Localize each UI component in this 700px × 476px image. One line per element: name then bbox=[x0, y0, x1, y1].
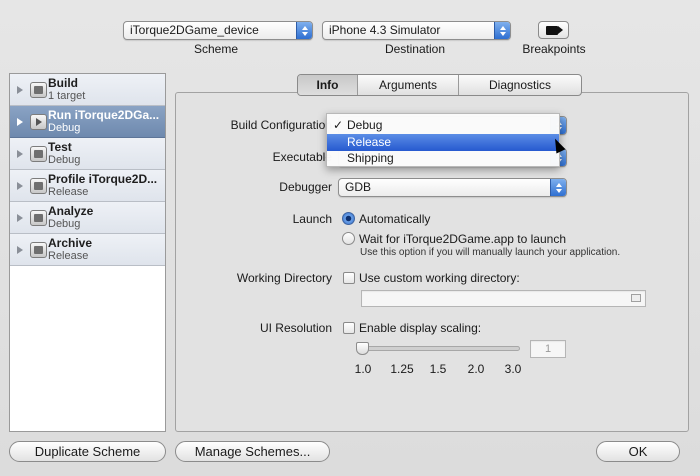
launch-wait-radio[interactable] bbox=[342, 232, 355, 245]
action-name: Profile iTorque2D... bbox=[48, 172, 158, 186]
build-configuration-menu: ✓ Debug Release Shipping bbox=[326, 113, 560, 167]
scale-tick: 1.0 bbox=[354, 362, 372, 376]
display-scaling-checkbox[interactable] bbox=[343, 322, 355, 334]
action-build[interactable]: Build 1 target bbox=[10, 74, 165, 106]
scheme-popup-value: iTorque2DGame_device bbox=[130, 23, 259, 37]
action-name: Run iTorque2DGa... bbox=[48, 108, 160, 122]
action-archive[interactable]: Archive Release bbox=[10, 234, 165, 266]
action-detail: Release bbox=[48, 250, 89, 262]
run-icon bbox=[30, 114, 47, 130]
debugger-popup[interactable]: GDB bbox=[338, 178, 567, 197]
menu-item-release[interactable]: Release bbox=[327, 134, 559, 151]
launch-auto-radio[interactable] bbox=[342, 212, 355, 225]
menu-item-label: Shipping bbox=[347, 151, 394, 165]
disclosure-triangle-icon[interactable] bbox=[17, 86, 23, 94]
scale-value: 1 bbox=[545, 343, 552, 355]
scale-slider-track[interactable] bbox=[362, 346, 520, 351]
breakpoints-button[interactable] bbox=[538, 21, 569, 39]
launch-auto-label: Automatically bbox=[359, 212, 431, 226]
disclosure-triangle-icon[interactable] bbox=[17, 118, 23, 126]
tab-diagnostics[interactable]: Diagnostics bbox=[459, 75, 581, 95]
scale-value-field[interactable]: 1 bbox=[530, 340, 566, 358]
disclosure-triangle-icon[interactable] bbox=[17, 150, 23, 158]
breakpoints-caption: Breakpoints bbox=[522, 42, 586, 56]
analyze-icon bbox=[30, 210, 47, 226]
chevron-updown-icon bbox=[494, 22, 510, 39]
scheme-popup[interactable]: iTorque2DGame_device bbox=[123, 21, 313, 40]
action-detail: Release bbox=[48, 186, 89, 198]
working-directory-field[interactable] bbox=[361, 290, 646, 307]
manage-schemes-button[interactable]: Manage Schemes... bbox=[175, 441, 330, 462]
ok-button[interactable]: OK bbox=[596, 441, 680, 462]
duplicate-scheme-button[interactable]: Duplicate Scheme bbox=[9, 441, 166, 462]
destination-popup[interactable]: iPhone 4.3 Simulator bbox=[322, 21, 511, 40]
chevron-updown-icon bbox=[550, 179, 566, 196]
action-detail: Debug bbox=[48, 122, 81, 134]
menu-item-label: Release bbox=[347, 135, 392, 149]
archive-icon bbox=[30, 242, 47, 258]
action-detail: 1 target bbox=[48, 90, 86, 102]
folder-icon[interactable] bbox=[631, 294, 641, 302]
destination-caption: Destination bbox=[384, 42, 446, 56]
scale-tick: 3.0 bbox=[504, 362, 522, 376]
debugger-label: Debugger bbox=[279, 180, 332, 194]
scheme-action-list: Build 1 target Run iTorque2DGa... Debug … bbox=[9, 73, 166, 432]
scale-tick: 1.5 bbox=[429, 362, 447, 376]
working-directory-option: Use custom working directory: bbox=[359, 271, 520, 285]
action-analyze[interactable]: Analyze Debug bbox=[10, 202, 165, 234]
scheme-caption: Scheme bbox=[193, 42, 239, 56]
tab-arguments[interactable]: Arguments bbox=[358, 75, 459, 95]
launch-hint: Use this option if you will manually lau… bbox=[360, 247, 621, 258]
scale-tick: 1.25 bbox=[390, 362, 414, 376]
action-name: Test bbox=[48, 140, 72, 154]
disclosure-triangle-icon[interactable] bbox=[17, 246, 23, 254]
menu-item-debug[interactable]: ✓ Debug bbox=[327, 117, 559, 134]
build-configuration-label: Build Configuration bbox=[230, 118, 332, 132]
checkmark-icon: ✓ bbox=[333, 118, 344, 132]
action-detail: Debug bbox=[48, 218, 81, 230]
debugger-popup-value: GDB bbox=[345, 180, 372, 194]
test-icon bbox=[30, 146, 47, 162]
working-directory-label: Working Directory bbox=[236, 271, 332, 285]
scale-slider-knob[interactable] bbox=[356, 342, 369, 355]
working-directory-checkbox[interactable] bbox=[343, 272, 355, 284]
action-detail: Debug bbox=[48, 154, 81, 166]
tab-info[interactable]: Info bbox=[298, 75, 358, 95]
launch-label: Launch bbox=[292, 212, 332, 226]
display-scaling-option: Enable display scaling: bbox=[359, 321, 482, 335]
breakpoint-icon bbox=[546, 26, 563, 35]
tab-bar: Info Arguments Diagnostics bbox=[297, 74, 582, 96]
action-name: Archive bbox=[48, 236, 93, 250]
destination-popup-value: iPhone 4.3 Simulator bbox=[329, 23, 441, 37]
disclosure-triangle-icon[interactable] bbox=[17, 214, 23, 222]
chevron-updown-icon bbox=[296, 22, 312, 39]
action-run[interactable]: Run iTorque2DGa... Debug bbox=[10, 106, 165, 138]
action-profile[interactable]: Profile iTorque2D... Release bbox=[10, 170, 165, 202]
action-name: Analyze bbox=[48, 204, 94, 218]
disclosure-triangle-icon[interactable] bbox=[17, 182, 23, 190]
executable-label: Executable bbox=[272, 150, 332, 164]
profile-icon bbox=[30, 178, 47, 194]
scale-tick: 2.0 bbox=[467, 362, 485, 376]
ui-resolution-label: UI Resolution bbox=[259, 321, 332, 335]
build-icon bbox=[30, 82, 47, 98]
action-test[interactable]: Test Debug bbox=[10, 138, 165, 170]
action-name: Build bbox=[48, 76, 78, 90]
menu-item-label: Debug bbox=[347, 118, 383, 132]
menu-item-shipping[interactable]: Shipping bbox=[327, 150, 559, 167]
launch-wait-label: Wait for iTorque2DGame.app to launch bbox=[359, 232, 566, 246]
